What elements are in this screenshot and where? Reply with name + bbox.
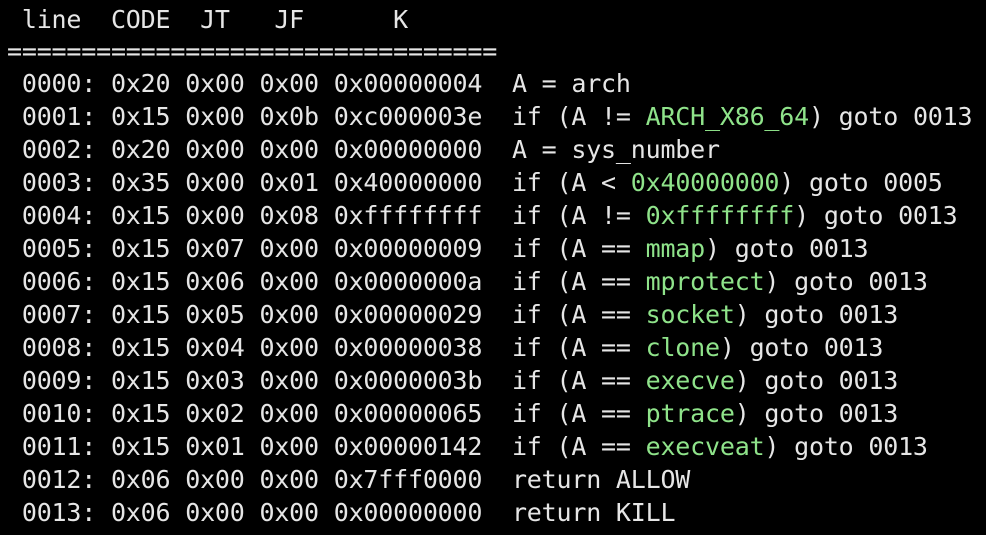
bpf-instruction-row: 0004: 0x15 0x00 0x08 0xffffffff if (A !=…: [7, 199, 986, 232]
instruction-text: 0005: 0x15 0x07 0x00 0x00000009 if (A ==: [7, 234, 646, 263]
highlight-constant: ARCH_X86_64: [645, 102, 810, 131]
highlight-syscall: mprotect: [645, 267, 765, 296]
instruction-text: 0001: 0x15 0x00 0x0b 0xc000003e if (A !=: [7, 102, 646, 131]
instruction-tail: ) goto 0013: [794, 201, 958, 230]
highlight-syscall: mmap: [645, 234, 706, 263]
terminal-output: line CODE JT JF K ======================…: [0, 0, 986, 535]
instruction-tail: ) goto 0013: [734, 399, 899, 428]
bpf-instruction-row: 0013: 0x06 0x00 0x00 0x00000000 return K…: [7, 496, 986, 529]
bpf-instruction-row: 0005: 0x15 0x07 0x00 0x00000009 if (A ==…: [7, 232, 986, 265]
instruction-text: 0000: 0x20 0x00 0x00 0x00000004 A = arch: [7, 69, 631, 98]
highlight-constant: 0x40000000: [630, 168, 780, 197]
bpf-instruction-row: 0009: 0x15 0x03 0x00 0x0000003b if (A ==…: [7, 364, 986, 397]
bpf-instruction-row: 0007: 0x15 0x05 0x00 0x00000029 if (A ==…: [7, 298, 986, 331]
instruction-tail: ) goto 0013: [808, 102, 973, 131]
instruction-tail: ) goto 0013: [734, 366, 899, 395]
instruction-text: 0006: 0x15 0x06 0x00 0x0000000a if (A ==: [7, 267, 646, 296]
instruction-tail: ) goto 0013: [764, 432, 928, 461]
instruction-text: 0009: 0x15 0x03 0x00 0x0000003b if (A ==: [7, 366, 646, 395]
highlight-syscall: socket: [645, 300, 735, 329]
bpf-instruction-row: 0010: 0x15 0x02 0x00 0x00000065 if (A ==…: [7, 397, 986, 430]
bpf-instruction-row: 0003: 0x35 0x00 0x01 0x40000000 if (A < …: [7, 166, 986, 199]
column-header: line CODE JT JF K: [7, 5, 408, 34]
instruction-tail: ) goto 0013: [719, 333, 884, 362]
instruction-text: 0011: 0x15 0x01 0x00 0x00000142 if (A ==: [7, 432, 646, 461]
instruction-tail: ) goto 0013: [705, 234, 869, 263]
instruction-text: 0012: 0x06 0x00 0x00 0x7fff0000 return A…: [7, 465, 691, 494]
bpf-instruction-row: 0012: 0x06 0x00 0x00 0x7fff0000 return A…: [7, 463, 986, 496]
instruction-text: 0007: 0x15 0x05 0x00 0x00000029 if (A ==: [7, 300, 646, 329]
instruction-tail: ) goto 0005: [779, 168, 943, 197]
highlight-constant: 0xffffffff: [645, 201, 795, 230]
bpf-instruction-row: 0006: 0x15 0x06 0x00 0x0000000a if (A ==…: [7, 265, 986, 298]
instruction-text: 0008: 0x15 0x04 0x00 0x00000038 if (A ==: [7, 333, 646, 362]
separator-line: =================================: [7, 37, 498, 66]
instruction-text: 0002: 0x20 0x00 0x00 0x00000000 A = sys_…: [7, 135, 720, 164]
instruction-text: 0004: 0x15 0x00 0x08 0xffffffff if (A !=: [7, 201, 646, 230]
highlight-syscall: clone: [645, 333, 720, 362]
bpf-instruction-row: 0002: 0x20 0x00 0x00 0x00000000 A = sys_…: [7, 133, 986, 166]
instruction-tail: ) goto 0013: [734, 300, 899, 329]
bpf-instruction-row: 0000: 0x20 0x00 0x00 0x00000004 A = arch: [7, 67, 986, 100]
bpf-instruction-row: 0008: 0x15 0x04 0x00 0x00000038 if (A ==…: [7, 331, 986, 364]
highlight-syscall: execveat: [645, 432, 765, 461]
highlight-syscall: execve: [645, 366, 735, 395]
bpf-instruction-row: 0011: 0x15 0x01 0x00 0x00000142 if (A ==…: [7, 430, 986, 463]
bpf-instruction-row: 0001: 0x15 0x00 0x0b 0xc000003e if (A !=…: [7, 100, 986, 133]
instruction-text: 0003: 0x35 0x00 0x01 0x40000000 if (A <: [7, 168, 631, 197]
instruction-text: 0013: 0x06 0x00 0x00 0x00000000 return K…: [7, 498, 676, 527]
instruction-tail: ) goto 0013: [764, 267, 928, 296]
instruction-text: 0010: 0x15 0x02 0x00 0x00000065 if (A ==: [7, 399, 646, 428]
highlight-syscall: ptrace: [645, 399, 735, 428]
